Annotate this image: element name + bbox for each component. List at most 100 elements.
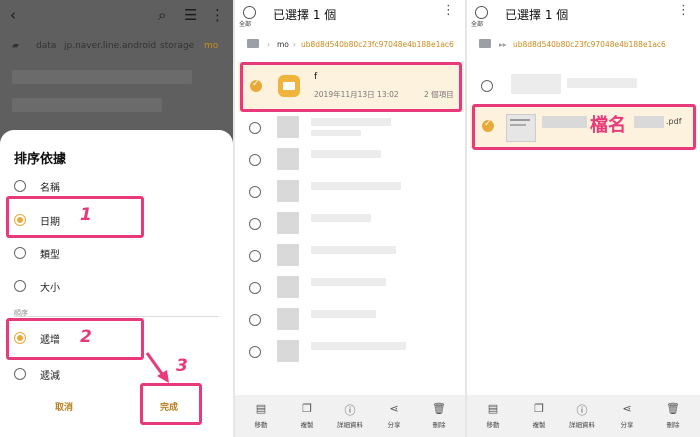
breadcrumb-item[interactable]: data [36,41,56,51]
thumbnail [277,212,299,234]
radio-button[interactable] [14,247,26,259]
row-checkbox[interactable] [249,250,261,262]
list-item [311,150,381,158]
move-label: 移動 [254,421,268,429]
step-number: 1 [80,205,92,225]
row-checkbox[interactable] [249,122,261,134]
action-bar: ▤ 移動 ❐ 複製 ⓘ 詳細資料 ⋖ 分享 🗑 刪除 [467,395,700,437]
folder-panel: 全部 已選擇 1 個 ⋮ › mo › ub8d8d540b80c23fc970… [235,0,465,437]
share-label: 分享 [387,421,401,429]
thumbnail [277,308,299,330]
file-panel: 全部 已選擇 1 個 ⋮ ▸▸ ub8d8d540b80c23fc97048e4… [467,0,700,437]
move-label: 移動 [486,421,500,429]
back-icon[interactable]: ‹ [10,6,16,24]
details-button[interactable]: ⓘ 詳細資料 [328,395,372,437]
share-button[interactable]: ⋖ 分享 [372,395,416,437]
move-button[interactable]: ▤ 移動 [239,395,283,437]
thumbnail [277,244,299,266]
share-icon: ⋖ [622,402,632,415]
delete-label: 刪除 [432,421,446,429]
breadcrumb-item[interactable]: mo [204,41,218,51]
thumbnail [277,148,299,170]
delete-button[interactable]: 🗑 刪除 [417,395,461,437]
option-label: 大小 [40,283,60,294]
copy-icon: ❐ [534,402,544,415]
cancel-button[interactable]: 取消 [55,400,73,413]
breadcrumb-item[interactable]: mo [277,40,289,49]
highlight-box [6,196,144,238]
more-options-icon[interactable]: ⋮ [442,3,455,18]
select-all-label: 全部 [239,21,252,28]
copy-button[interactable]: ❐ 複製 [517,395,561,437]
chevron-right-icon: ▸▸ [499,40,507,49]
select-all-label: 全部 [471,21,484,28]
breadcrumb: ▰ data jp.naver.line.android storage mo [0,34,233,58]
list-item [12,98,162,112]
sort-option-name[interactable]: 名稱 [14,178,214,196]
row-checkbox[interactable] [249,186,261,198]
breadcrumb-current[interactable]: ub8d8d540b80c23fc97048e4b188e1ac6 [301,40,454,49]
breadcrumb-item[interactable]: storage [160,41,194,51]
selection-title: 已選擇 1 個 [505,8,569,22]
details-label: 詳細資料 [337,421,363,429]
row-checkbox[interactable] [249,282,261,294]
breadcrumb-current[interactable]: ub8d8d540b80c23fc97048e4b188e1ac6 [513,40,666,49]
list-item [567,78,637,88]
row-checkbox[interactable] [249,314,261,326]
sort-option-type[interactable]: 類型 [14,245,214,263]
details-button[interactable]: ⓘ 詳細資料 [560,395,604,437]
step-number: 3 [176,356,188,376]
row-checkbox[interactable] [249,154,261,166]
breadcrumb-item[interactable]: jp.naver.line.android [64,41,156,51]
sort-option-size[interactable]: 大小 [14,278,214,296]
info-icon: ⓘ [576,404,588,417]
breadcrumb: › mo › ub8d8d540b80c23fc97048e4b188e1ac6 [235,34,465,56]
home-icon[interactable] [479,39,491,48]
move-icon: ▤ [255,402,267,415]
search-icon[interactable]: ⌕ [158,6,166,24]
delete-button[interactable]: 🗑 刪除 [651,395,695,437]
highlight-box [240,62,462,112]
chevron-right-icon: › [293,40,296,49]
list-item [311,310,376,318]
action-bar: ▤ 移動 ❐ 複製 ⓘ 詳細資料 ⋖ 分享 🗑 刪除 [235,395,465,437]
share-button[interactable]: ⋖ 分享 [605,395,649,437]
delete-label: 刪除 [666,421,680,429]
copy-button[interactable]: ❐ 複製 [285,395,329,437]
thumbnail [277,340,299,362]
radio-button[interactable] [14,280,26,292]
thumbnail [277,116,299,138]
select-all-radio[interactable] [243,6,256,19]
sort-panel: ‹ ⌕ ☰ ⋮ ▰ data jp.naver.line.android sto… [0,0,233,437]
copy-icon: ❐ [302,402,312,415]
move-button[interactable]: ▤ 移動 [471,395,515,437]
row-checkbox[interactable] [249,218,261,230]
breadcrumb: ▸▸ ub8d8d540b80c23fc97048e4b188e1ac6 [467,34,700,56]
details-label: 詳細資料 [569,421,595,429]
list-item [511,74,561,94]
radio-button[interactable] [14,368,26,380]
row-checkbox[interactable] [249,346,261,358]
radio-button[interactable] [14,180,26,192]
more-options-icon[interactable]: ⋮ [210,6,225,24]
home-icon[interactable] [247,39,259,48]
home-icon[interactable]: ▰ [12,41,19,51]
arrow-icon [145,352,169,383]
list-view-icon[interactable]: ☰ [184,6,197,24]
copy-label: 複製 [300,421,314,429]
delete-icon: 🗑 [432,402,446,415]
highlight-box [472,104,696,150]
selection-title: 已選擇 1 個 [273,8,337,22]
dialog-title: 排序依據 [14,152,67,167]
share-label: 分享 [620,421,634,429]
option-label: 名稱 [40,183,60,194]
copy-label: 複製 [532,421,546,429]
move-icon: ▤ [487,402,499,415]
row-checkbox[interactable] [481,80,493,92]
list-item [311,130,361,136]
select-all-radio[interactable] [475,6,488,19]
more-options-icon[interactable]: ⋮ [677,3,690,18]
highlight-box [6,318,144,360]
list-item [12,70,192,84]
list-item [311,118,391,126]
